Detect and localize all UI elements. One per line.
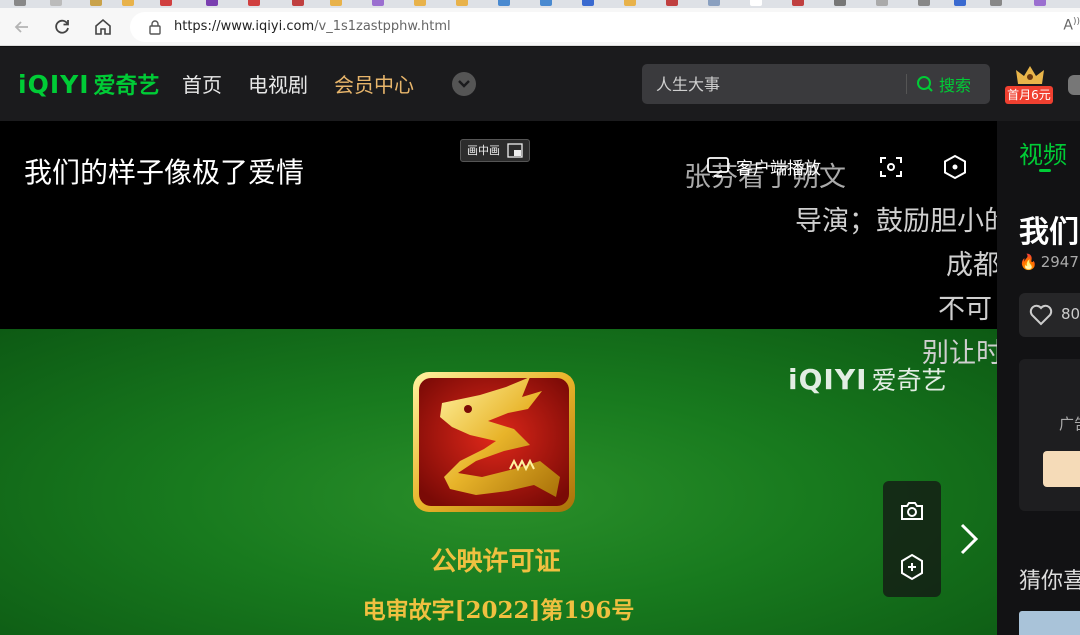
- main-nav: 首页 电视剧 会员中心: [182, 71, 414, 99]
- tab-favicon[interactable]: [876, 0, 888, 6]
- danmu-comment: 不可: [938, 294, 992, 325]
- nav-vip-center[interactable]: 会员中心: [334, 71, 414, 99]
- reload-icon[interactable]: [52, 17, 72, 37]
- tab-favicon[interactable]: [750, 0, 762, 6]
- vip-promo-badge[interactable]: 首月6元: [1005, 64, 1053, 104]
- picture-in-picture-button[interactable]: 画中画: [460, 139, 530, 162]
- tab-favicon[interactable]: [666, 0, 678, 6]
- browser-toolbar: https://www.iqiyi.com/v_1s1zastpphw.html…: [0, 8, 1080, 46]
- danmu-comment: 成都: [946, 250, 997, 281]
- screen-cast-icon[interactable]: [878, 154, 904, 180]
- tab-favicon[interactable]: [918, 0, 930, 6]
- video-title: 我们的样子像极了爱情: [24, 156, 305, 189]
- url-text[interactable]: https://www.iqiyi.com/v_1s1zastpphw.html: [174, 19, 451, 34]
- monitor-icon: [707, 156, 729, 177]
- search-button[interactable]: 搜索: [916, 64, 971, 104]
- settings-icon[interactable]: [942, 154, 968, 180]
- camera-icon[interactable]: [898, 497, 926, 525]
- nav-tv-series[interactable]: 电视剧: [248, 71, 308, 99]
- tab-favicon[interactable]: [90, 0, 102, 6]
- reader-mode-icon[interactable]: A)): [1063, 17, 1080, 34]
- heat-count: 🔥 2947: [1019, 253, 1079, 271]
- iqiyi-watermark: iQIYI 爱奇艺: [788, 362, 947, 396]
- recommend-thumbnail[interactable]: [1019, 611, 1080, 635]
- tab-favicon[interactable]: [414, 0, 426, 6]
- danmu-comment: 导演；鼓励胆小的: [795, 206, 997, 237]
- vip-promo-tag: 首月6元: [1005, 86, 1053, 104]
- address-bar[interactable]: https://www.iqiyi.com/v_1s1zastpphw.html…: [130, 12, 1080, 42]
- flame-icon: 🔥: [1019, 253, 1038, 271]
- tab-favicon[interactable]: [834, 0, 846, 6]
- tab-favicon[interactable]: [456, 0, 468, 6]
- client-play-button[interactable]: 客户端播放: [706, 154, 821, 179]
- chevron-down-icon[interactable]: [452, 72, 476, 96]
- search-button-label: 搜索: [939, 76, 972, 95]
- video-info-panel: 视频 我们 🔥2947 80 广告 猜你喜: [997, 121, 1080, 635]
- tab-favicon[interactable]: [206, 0, 218, 6]
- tab-favicon[interactable]: [792, 0, 804, 6]
- like-count: 80: [1061, 305, 1080, 323]
- tab-favicon[interactable]: [14, 0, 26, 6]
- recommend-heading: 猜你喜: [1019, 569, 1080, 594]
- lock-icon[interactable]: [146, 18, 164, 36]
- nav-home[interactable]: 首页: [182, 71, 222, 99]
- tab-favicon[interactable]: [122, 0, 134, 6]
- client-play-label: 客户端播放: [736, 159, 821, 179]
- tab-favicon[interactable]: [248, 0, 260, 6]
- add-clip-icon[interactable]: [898, 553, 926, 581]
- player-side-tools: [883, 481, 941, 597]
- search-box: 搜索: [642, 64, 990, 104]
- pip-icon: [507, 143, 523, 158]
- browser-tab-strip[interactable]: [0, 0, 1080, 8]
- search-icon: [917, 76, 933, 92]
- tab-favicon[interactable]: [708, 0, 720, 6]
- back-icon[interactable]: [12, 17, 32, 37]
- tab-favicon[interactable]: [990, 0, 1002, 6]
- site-header: iQIYI 爱奇艺 首页 电视剧 会员中心 搜索 首月6元: [0, 47, 1080, 121]
- user-avatar[interactable]: [1068, 75, 1080, 95]
- tab-favicon[interactable]: [330, 0, 342, 6]
- ad-label: 广告: [1059, 415, 1080, 433]
- tab-favicon[interactable]: [372, 0, 384, 6]
- tab-favicon[interactable]: [540, 0, 552, 6]
- iqiyi-logo[interactable]: iQIYI 爱奇艺: [18, 69, 160, 100]
- heart-icon: [1029, 304, 1053, 326]
- search-divider: [906, 74, 907, 94]
- tab-favicon[interactable]: [582, 0, 594, 6]
- license-number: 电审故字[2022]第196号: [362, 597, 635, 624]
- tab-favicon[interactable]: [1034, 0, 1046, 6]
- tab-favicon[interactable]: [292, 0, 304, 6]
- license-title: 公映许可证: [430, 547, 561, 577]
- tab-favicon[interactable]: [498, 0, 510, 6]
- film-dragon-emblem: [413, 372, 575, 512]
- tab-active-indicator: [1039, 169, 1051, 172]
- like-button[interactable]: 80: [1019, 293, 1080, 337]
- tab-favicon[interactable]: [624, 0, 636, 6]
- chevron-right-icon[interactable]: [958, 521, 980, 557]
- tab-favicon[interactable]: [160, 0, 172, 6]
- tab-favicon[interactable]: [954, 0, 966, 6]
- tab-favicon[interactable]: [50, 0, 62, 6]
- ad-button[interactable]: [1043, 451, 1080, 487]
- crown-icon: [1016, 66, 1044, 84]
- ad-card[interactable]: 广告: [1019, 359, 1080, 511]
- tab-video[interactable]: 视频: [1019, 135, 1067, 170]
- pip-label: 画中画: [467, 144, 500, 157]
- home-icon[interactable]: [93, 17, 113, 37]
- search-input[interactable]: [642, 64, 904, 104]
- panel-video-title[interactable]: 我们: [1019, 207, 1079, 251]
- video-player[interactable]: 我们的样子像极了爱情 画中画 张芬看了朔文 客户端播放 导演；鼓励胆小的 成都 …: [0, 121, 997, 635]
